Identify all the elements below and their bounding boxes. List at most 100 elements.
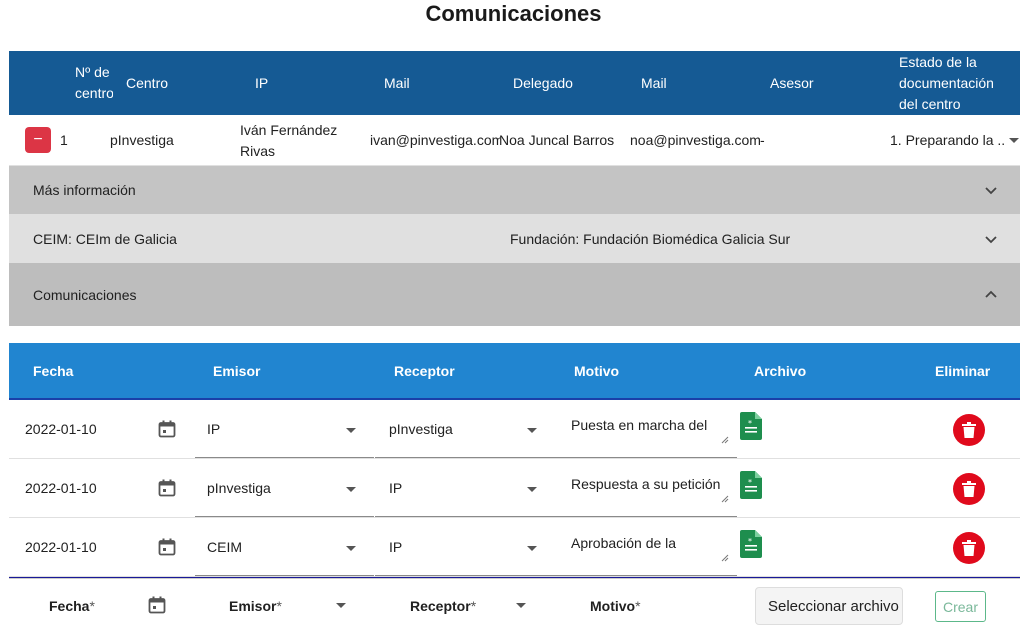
header-fecha: Fecha: [33, 362, 74, 379]
new-motivo-field[interactable]: Motivo *: [590, 579, 641, 633]
trash-icon: [962, 481, 976, 497]
row-nro-centro: 1: [60, 132, 68, 148]
header-asesor: Asesor: [770, 74, 814, 91]
header-nro-centro: Nº de centro: [75, 64, 113, 101]
calendar-icon[interactable]: [158, 479, 176, 497]
calendar-icon[interactable]: [148, 596, 166, 614]
fecha-input[interactable]: 2022-01-10: [25, 518, 97, 576]
row-ip: Iván Fernández Rivas: [240, 121, 338, 159]
motivo-textarea[interactable]: Puesta en marcha del: [555, 400, 737, 458]
collapse-row-button[interactable]: −: [25, 127, 51, 153]
new-receptor-label: Receptor: [410, 598, 471, 614]
emisor-value: IP: [207, 421, 221, 437]
main-table-row: − 1 pInvestiga Iván Fernández Rivas ivan…: [9, 115, 1020, 166]
fecha-input[interactable]: 2022-01-10: [25, 400, 97, 458]
chevron-down-icon: [1009, 138, 1019, 143]
estado-select-value: 1. Preparando la ...: [890, 132, 1006, 148]
motivo-text: Aprobación de la: [571, 535, 677, 551]
chevron-down-icon: [336, 603, 346, 608]
delete-button[interactable]: [953, 532, 985, 564]
svg-text:*: *: [748, 537, 752, 546]
spreadsheet-file-icon[interactable]: *: [740, 530, 762, 558]
svg-text:*: *: [748, 419, 752, 428]
header-delegado: Delegado: [513, 74, 573, 91]
new-receptor-select[interactable]: Receptor *: [410, 579, 476, 633]
fundacion-label: Fundación: Fundación Biomédica Galicia S…: [510, 230, 791, 247]
header-ip: IP: [255, 74, 269, 91]
header-emisor: Emisor: [213, 362, 261, 379]
required-mark: *: [89, 598, 95, 614]
motivo-textarea[interactable]: Respuesta a su petición: [555, 459, 737, 517]
chevron-down-icon: [346, 428, 356, 433]
chevron-down-icon: [527, 487, 537, 492]
new-fecha-field[interactable]: Fecha *: [49, 579, 95, 633]
receptor-value: pInvestiga: [389, 421, 453, 437]
delete-button[interactable]: [953, 414, 985, 446]
comunicacion-row: 2022-01-10 pInvestiga IP Respuesta a su …: [9, 459, 1020, 518]
required-mark: *: [276, 598, 282, 614]
chevron-down-icon: [527, 546, 537, 551]
header-eliminar: Eliminar: [935, 362, 991, 379]
header-mail-ip: Mail: [384, 74, 410, 91]
fecha-input[interactable]: 2022-01-10: [25, 459, 97, 517]
spreadsheet-file-icon[interactable]: *: [740, 412, 762, 440]
header-receptor: Receptor: [394, 362, 455, 379]
centro-card: Nº de centro Centro IP Mail Delegado Mai…: [9, 51, 1020, 637]
row-mail-delegado: noa@pinvestiga.com: [630, 132, 761, 148]
accordion-mas-informacion-label: Más información: [33, 182, 136, 198]
header-motivo: Motivo: [574, 362, 620, 379]
new-emisor-label: Emisor: [229, 598, 277, 614]
calendar-icon[interactable]: [158, 538, 176, 556]
row-delegado: Noa Juncal Barros: [499, 132, 615, 148]
emisor-value: pInvestiga: [207, 480, 271, 496]
new-motivo-label: Motivo: [590, 598, 636, 614]
accordion-mas-informacion[interactable]: Más información: [9, 166, 1020, 214]
svg-text:*: *: [748, 478, 752, 487]
chevron-down-icon: [985, 187, 997, 195]
chevron-down-icon: [527, 428, 537, 433]
resize-grip-icon[interactable]: [721, 495, 729, 503]
motivo-text: Respuesta a su petición: [571, 476, 721, 492]
spreadsheet-file-icon[interactable]: *: [740, 471, 762, 499]
comunicaciones-table-header: Fecha Emisor Receptor Motivo Archivo Eli…: [9, 343, 1020, 400]
ceim-label: CEIM: CEIm de Galicia: [33, 230, 177, 247]
chevron-down-icon: [516, 603, 526, 608]
motivo-text: Puesta en marcha del: [571, 417, 708, 433]
row-mail-ip: ivan@pinvestiga.com: [370, 132, 500, 148]
select-file-button[interactable]: Seleccionar archivo: [755, 587, 903, 625]
page-title: Comunicaciones: [425, 1, 602, 26]
resize-grip-icon[interactable]: [721, 436, 729, 444]
comunicacion-row: 2022-01-10 IP pInvestiga Puesta en march…: [9, 400, 1020, 459]
delete-button[interactable]: [953, 473, 985, 505]
trash-icon: [962, 422, 976, 438]
new-emisor-select[interactable]: Emisor *: [229, 579, 282, 633]
header-archivo: Archivo: [754, 362, 807, 379]
resize-grip-icon[interactable]: [721, 554, 729, 562]
required-mark: *: [470, 598, 477, 614]
accordion-ceim-fundacion[interactable]: CEIM: CEIm de Galicia Fundación: Fundaci…: [9, 214, 1020, 263]
emisor-value: CEIM: [207, 539, 242, 555]
row-asesor: -: [760, 132, 765, 148]
header-mail-delegado: Mail: [641, 74, 667, 91]
accordion-comunicaciones[interactable]: Comunicaciones: [9, 263, 1020, 326]
main-table-header: Nº de centro Centro IP Mail Delegado Mai…: [9, 51, 1020, 115]
row-centro: pInvestiga: [110, 132, 174, 148]
chevron-up-icon: [985, 290, 997, 298]
header-estado-documentacion: Estado de la documentación del centro: [899, 53, 994, 112]
receptor-value: IP: [389, 480, 403, 496]
chevron-down-icon: [346, 546, 356, 551]
required-mark: *: [635, 598, 641, 614]
receptor-value: IP: [389, 539, 403, 555]
create-button[interactable]: Crear: [935, 591, 986, 622]
nueva-comunicacion-row: Fecha * Emisor * Receptor * Motivo * Selecci…: [9, 579, 1020, 637]
trash-icon: [962, 540, 976, 556]
motivo-textarea[interactable]: Aprobación de la: [555, 518, 737, 576]
estado-select[interactable]: 1. Preparando la ...: [890, 115, 1006, 166]
comunicacion-row: 2022-01-10 CEIM IP Aprobación de la *: [9, 518, 1020, 577]
chevron-down-icon: [985, 235, 997, 243]
chevron-down-icon: [346, 487, 356, 492]
calendar-icon[interactable]: [158, 420, 176, 438]
header-centro: Centro: [126, 74, 169, 91]
new-fecha-label: Fecha: [49, 598, 90, 614]
accordion-comunicaciones-label: Comunicaciones: [33, 286, 137, 303]
